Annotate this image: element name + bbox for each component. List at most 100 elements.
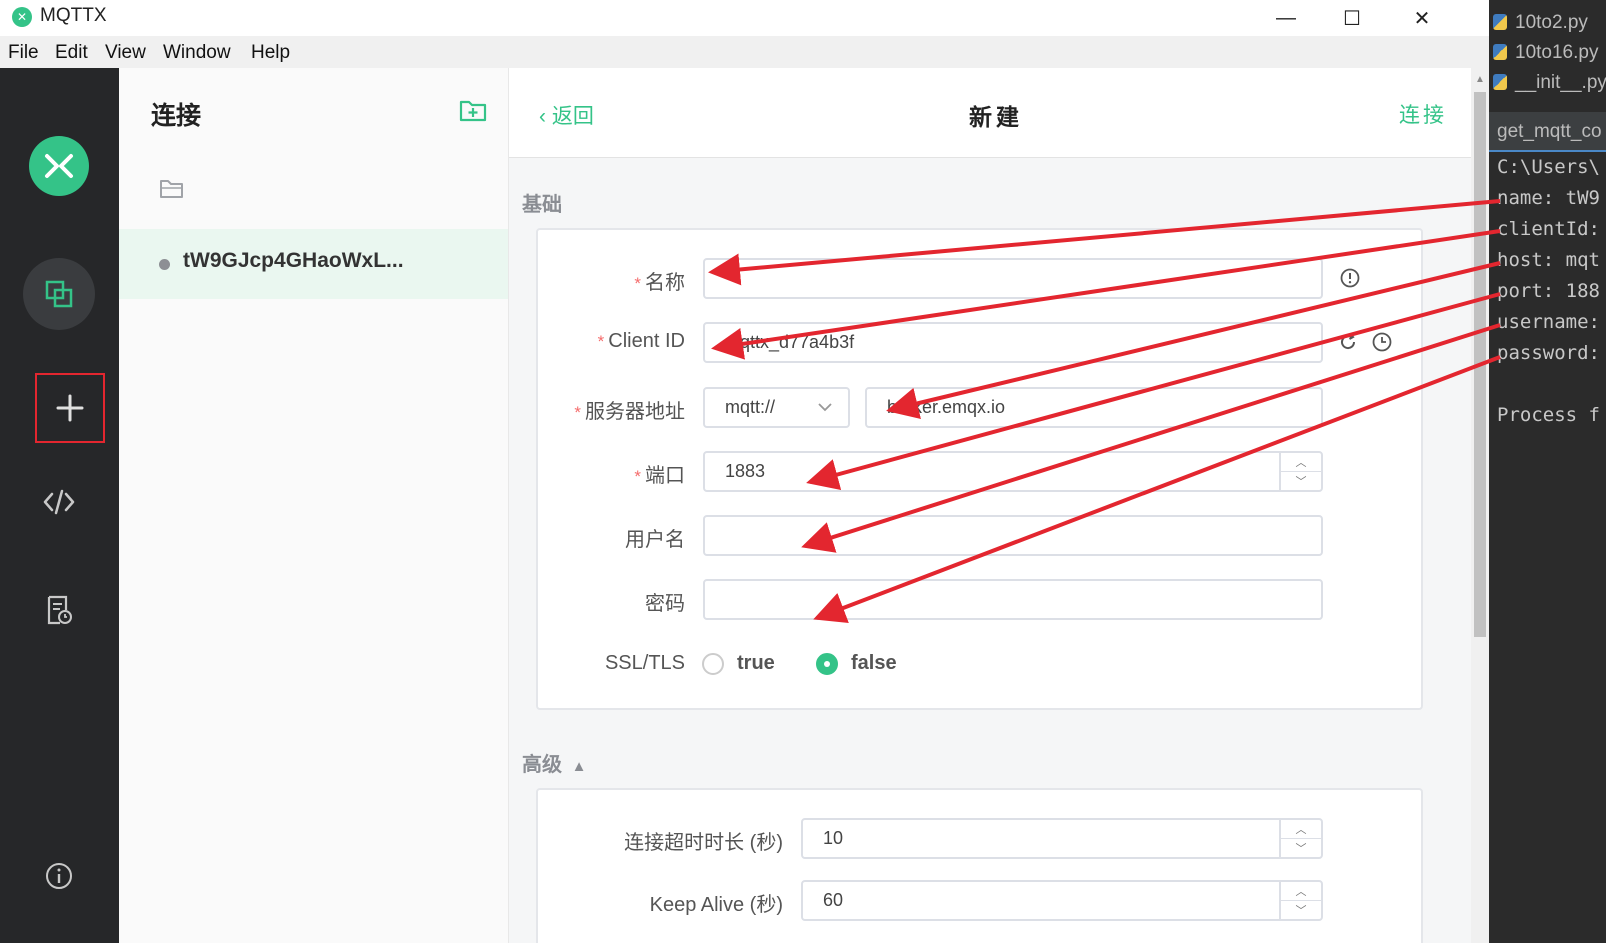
- python-file-icon: [1493, 74, 1507, 90]
- ssl-false-radio[interactable]: [816, 653, 838, 675]
- file-name: 10to16.py: [1515, 42, 1599, 63]
- new-connection-form: ‹ 返回 新建 连接 基础 * 名称 * Client ID mqttx_d77a4…: [509, 68, 1471, 943]
- maximize-button[interactable]: ☐: [1322, 0, 1382, 36]
- menu-view[interactable]: View: [105, 42, 146, 64]
- chevron-down-icon[interactable]: ﹀: [1281, 472, 1321, 490]
- minimize-button[interactable]: —: [1256, 0, 1316, 36]
- terminal-line: port: 188: [1497, 280, 1600, 302]
- ssl-true-radio[interactable]: [702, 653, 724, 675]
- basic-section-label: 基础: [522, 194, 562, 216]
- window-title: MQTTX: [40, 5, 107, 26]
- menu-file[interactable]: File: [8, 42, 39, 64]
- new-folder-icon[interactable]: [459, 98, 487, 127]
- mqttx-logo-icon: ✕: [12, 7, 32, 27]
- password-label: 密码: [645, 593, 685, 615]
- keep-alive-stepper[interactable]: ︿ ﹀: [1279, 882, 1321, 919]
- menu-help[interactable]: Help: [251, 42, 290, 64]
- ide-panel: 10to2.py 10to16.py __init__.py get_mqtt_…: [1489, 0, 1606, 943]
- chevron-down-icon: [816, 398, 834, 421]
- username-label: 用户名: [625, 529, 685, 551]
- terminal-line: C:\Users\: [1497, 156, 1600, 178]
- connect-timeout-input[interactable]: 10 ︿ ﹀: [801, 818, 1323, 859]
- file-name: 10to2.py: [1515, 12, 1588, 33]
- connect-timeout-value: 10: [823, 828, 844, 848]
- connections-heading: 连接: [151, 102, 202, 130]
- terminal-line: host: mqt: [1497, 249, 1600, 271]
- client-id-input[interactable]: mqttx_d77a4b3f: [703, 322, 1323, 363]
- connect-button[interactable]: 连接: [1399, 99, 1447, 129]
- menu-bar: File Edit View Window Help: [0, 36, 1489, 68]
- keep-alive-label: Keep Alive (秒): [649, 894, 783, 916]
- connection-status-dot: [159, 259, 170, 270]
- about-info-icon[interactable]: [23, 840, 95, 912]
- username-input[interactable]: [703, 515, 1323, 556]
- connect-timeout-stepper[interactable]: ︿ ﹀: [1279, 820, 1321, 857]
- close-button[interactable]: ✕: [1392, 0, 1452, 36]
- new-connection-plus-icon[interactable]: [35, 373, 105, 443]
- run-tab[interactable]: get_mqtt_co: [1497, 121, 1602, 143]
- menu-edit[interactable]: Edit: [55, 42, 88, 64]
- refresh-icon[interactable]: [1338, 332, 1358, 357]
- name-input[interactable]: [703, 258, 1323, 299]
- scrollbar-thumb[interactable]: [1474, 92, 1486, 637]
- port-label: * 端口: [634, 465, 685, 487]
- file-item[interactable]: __init__.py: [1493, 72, 1606, 94]
- port-stepper[interactable]: ︿ ﹀: [1279, 453, 1321, 490]
- file-item[interactable]: 10to2.py: [1493, 12, 1588, 34]
- terminal-line: password:: [1497, 342, 1600, 364]
- connections-nav-icon[interactable]: [23, 258, 95, 330]
- terminal-line: clientId:: [1497, 218, 1600, 240]
- connection-name: tW9GJcp4GHaoWxL...: [183, 249, 404, 272]
- protocol-select[interactable]: mqtt://: [703, 387, 850, 428]
- advanced-section-label: 高级: [522, 754, 562, 776]
- chevron-down-icon[interactable]: ﹀: [1281, 839, 1321, 857]
- host-input[interactable]: broker.emqx.io: [865, 387, 1323, 428]
- clock-icon[interactable]: [1372, 332, 1392, 357]
- python-file-icon: [1493, 44, 1507, 60]
- scroll-up-arrow-icon[interactable]: ▲: [1475, 74, 1485, 85]
- info-icon[interactable]: [1340, 268, 1360, 293]
- caret-up-icon: ▲: [571, 758, 587, 775]
- chevron-up-icon[interactable]: ︿: [1281, 882, 1321, 901]
- file-item[interactable]: 10to16.py: [1493, 42, 1598, 64]
- ssl-true-label[interactable]: true: [737, 652, 775, 675]
- password-input[interactable]: [703, 579, 1323, 620]
- terminal-line: username:: [1497, 311, 1600, 333]
- connection-list-item[interactable]: tW9GJcp4GHaoWxL...: [119, 229, 508, 299]
- ssl-false-label[interactable]: false: [851, 652, 897, 675]
- file-name: __init__.py: [1515, 72, 1606, 93]
- chevron-up-icon[interactable]: ︿: [1281, 820, 1321, 839]
- port-input[interactable]: 1883 ︿ ﹀: [703, 451, 1323, 492]
- basic-settings-card: *名称 *Client ID mqttx_d77a4b3f *服务器地址: [536, 228, 1423, 710]
- menu-window[interactable]: Window: [163, 42, 231, 64]
- folder-icon[interactable]: [159, 178, 185, 205]
- terminal-line: Process f: [1497, 404, 1600, 426]
- form-scrollbar[interactable]: ▲: [1471, 68, 1489, 943]
- chevron-up-icon[interactable]: ︿: [1281, 453, 1321, 472]
- ssl-label: SSL/TLS: [604, 652, 685, 674]
- connections-panel: 连接 tW9GJcp4GHaoWxL...: [119, 68, 509, 943]
- terminal-line: name: tW9: [1497, 187, 1600, 209]
- back-button[interactable]: ‹ 返回: [539, 100, 594, 130]
- name-label: * 名称: [634, 272, 685, 294]
- connect-timeout-label: 连接超时时长 (秒): [624, 832, 783, 854]
- chevron-down-icon[interactable]: ﹀: [1281, 901, 1321, 919]
- mqttx-window: ✕ MQTTX — ☐ ✕ File Edit View Window Help: [0, 0, 1489, 943]
- keep-alive-value: 60: [823, 890, 844, 910]
- python-file-icon: [1493, 14, 1507, 30]
- server-label: * 服务器地址: [574, 401, 685, 423]
- nav-rail: [0, 68, 119, 943]
- port-value: 1883: [725, 461, 766, 481]
- page-title: 新建: [969, 104, 1023, 130]
- script-code-icon[interactable]: [23, 466, 95, 538]
- title-bar: ✕ MQTTX — ☐ ✕: [0, 0, 1489, 36]
- log-document-icon[interactable]: [23, 574, 95, 646]
- client-id-label: * Client ID: [597, 330, 685, 352]
- chevron-left-icon: ‹: [539, 105, 546, 128]
- advanced-settings-card: 连接超时时长 (秒) 10 ︿ ﹀ Keep Alive (秒) 60 ︿ ﹀: [536, 788, 1423, 943]
- protocol-value: mqtt://: [725, 397, 776, 417]
- keep-alive-input[interactable]: 60 ︿ ﹀: [801, 880, 1323, 921]
- form-header: ‹ 返回 新建 连接: [509, 68, 1471, 158]
- advanced-section-toggle[interactable]: 高级 ▲: [522, 748, 586, 777]
- mqttx-logo-icon: [29, 136, 89, 196]
